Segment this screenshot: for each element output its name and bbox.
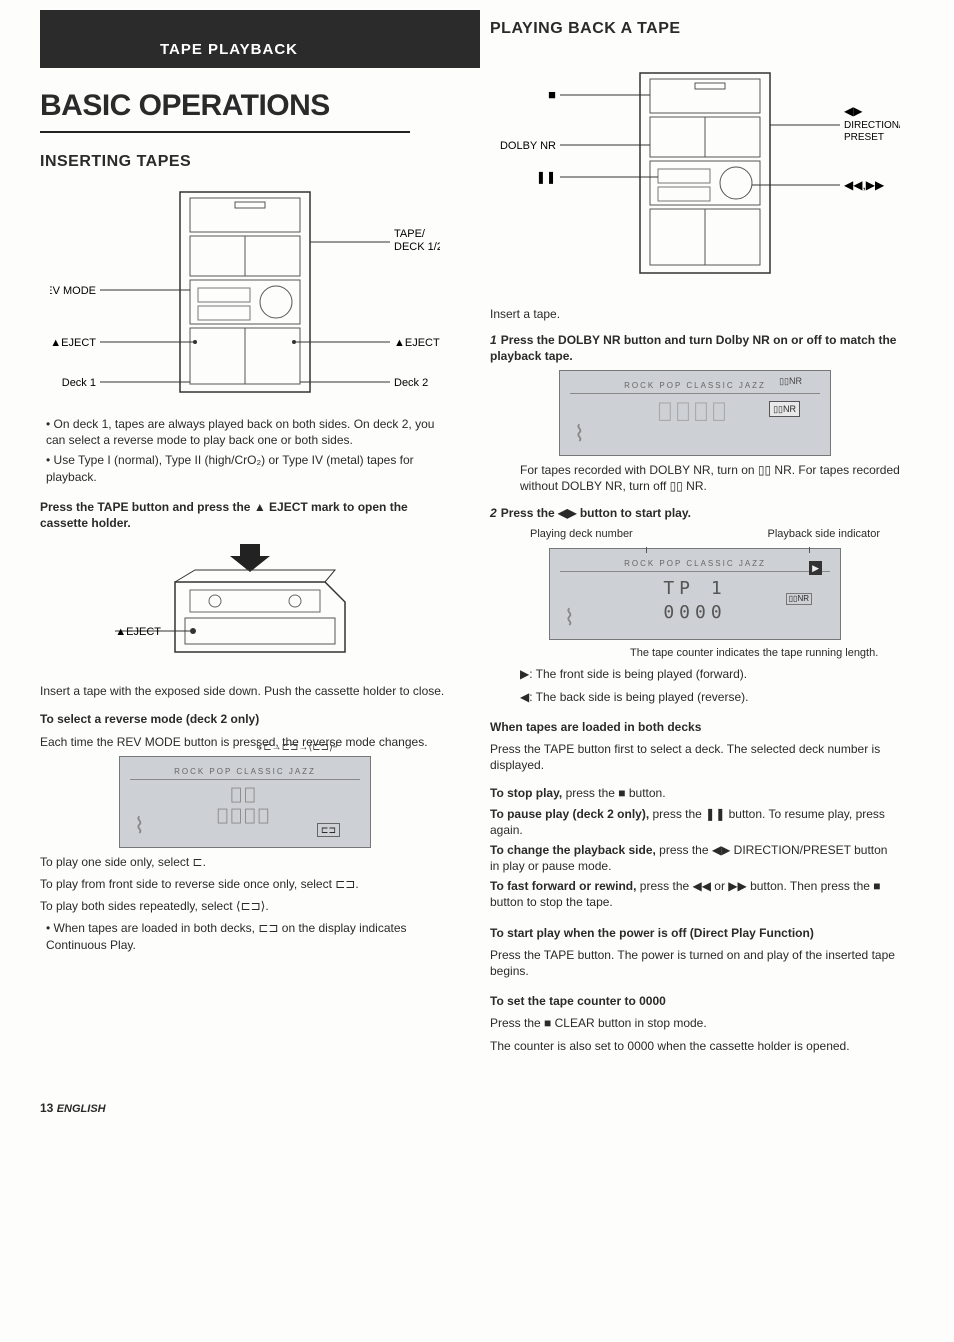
counter-reset-text2: The counter is also set to 0000 when the… — [490, 1038, 900, 1054]
play-option-2: To play from front side to reverse side … — [40, 876, 450, 892]
label-pause: ❚❚ — [536, 170, 556, 184]
direct-play-text: Press the TAPE button. The power is turn… — [490, 947, 900, 979]
stereo-diagram-right: ■ DOLBY NR ❚❚ ◀▶ DIRECTION/ PRESET ◀◀,▶▶ — [490, 60, 900, 300]
side-reverse: ◀: The back side is being played (revers… — [520, 689, 900, 705]
both-decks-heading: When tapes are loaded in both decks — [490, 719, 900, 735]
ff-instr: To fast forward or rewind, press the ◀◀ … — [490, 878, 900, 910]
stop-instr: To stop play, press the ■ button. — [490, 785, 900, 801]
side-forward: ▶: The front side is being played (forwa… — [520, 666, 900, 682]
counter-reset-text1: Press the ■ CLEAR button in stop mode. — [490, 1015, 900, 1031]
step-1: 1Press the DOLBY NR button and turn Dolb… — [490, 332, 900, 364]
label-direction-1: ◀▶ — [844, 104, 863, 118]
page-footer: 13 ENGLISH — [40, 1100, 106, 1117]
press-tape-instruction: Press the TAPE button and press the ▲ EJ… — [40, 499, 450, 531]
stereo-diagram-left: REV MODE ▲EJECT Deck 1 TAPE/ DECK 1/2 ▲E… — [40, 182, 450, 412]
direct-play-heading: To start play when the power is off (Dir… — [490, 925, 900, 941]
insert-tape-right: Insert a tape. — [490, 306, 900, 322]
continuous-play-note: • When tapes are loaded in both decks, ⊏… — [46, 920, 450, 952]
both-decks-text: Press the TAPE button first to select a … — [490, 741, 900, 773]
label-rev-mode: REV MODE — [50, 285, 96, 297]
bullet-1: • On deck 1, tapes are always played bac… — [46, 416, 450, 448]
play-option-3: To play both sides repeatedly, select ⟨⊏… — [40, 898, 450, 914]
label-stop: ■ — [548, 87, 556, 102]
page-title: BASIC OPERATIONS — [40, 86, 410, 133]
play-option-1: To play one side only, select ⊏. — [40, 854, 450, 870]
label-ffrw: ◀◀,▶▶ — [844, 178, 885, 192]
step-2: 2Press the ◀▶ button to start play. — [490, 505, 900, 521]
anno-side-indicator: Playback side indicator — [767, 527, 880, 542]
change-side-instr: To change the playback side, press the ◀… — [490, 842, 900, 874]
label-eject-left: ▲EJECT — [50, 337, 96, 349]
label-dolby: DOLBY NR — [500, 140, 556, 152]
section-banner: TAPE PLAYBACK — [40, 10, 480, 68]
label-direction-2: DIRECTION/ — [844, 120, 900, 131]
reverse-mode-display: ↳⊏→⊏⊐→⟨⊏⊐⟩┘ ROCK POP CLASSIC JAZZ ⎕⎕ ⎕⎕⎕… — [119, 756, 371, 848]
dolby-display: ▯▯NR ROCK POP CLASSIC JAZZ ⎕⎕⎕⎕ ▯▯NR ⌇ — [559, 370, 831, 456]
counter-reset-heading: To set the tape counter to 0000 — [490, 993, 900, 1009]
left-column: BASIC OPERATIONS INSERTING TAPES — [40, 74, 450, 1060]
right-column: PLAYING BACK A TAPE — [490, 74, 900, 1060]
bullet-2: • Use Type I (normal), Type II (high/CrO… — [46, 452, 450, 484]
pause-instr: To pause play (deck 2 only), press the ❚… — [490, 806, 900, 838]
label-deck2: Deck 2 — [394, 377, 428, 389]
label-direction-3: PRESET — [844, 132, 884, 143]
play-display: ROCK POP CLASSIC JAZZ TP 1 0000 ▶ ▯▯NR ⌇ — [549, 548, 841, 640]
label-tape-deck-2: DECK 1/2 — [394, 241, 440, 253]
insert-tape-text: Insert a tape with the exposed side down… — [40, 683, 450, 699]
anno-playing-deck: Playing deck number — [530, 527, 633, 542]
label-eject-right: ▲EJECT — [394, 337, 440, 349]
reverse-mode-text: Each time the REV MODE button is pressed… — [40, 734, 450, 750]
step1-note: For tapes recorded with DOLBY NR, turn o… — [520, 462, 900, 494]
label-tape-deck-1: TAPE/ — [394, 228, 426, 240]
label-eject-small: ▲EJECT — [115, 626, 161, 638]
inserting-tapes-heading: INSERTING TAPES — [40, 151, 450, 173]
reverse-mode-heading: To select a reverse mode (deck 2 only) — [40, 711, 450, 727]
manual-page: TAPE PLAYBACK BASIC OPERATIONS INSERTING… — [0, 0, 954, 1100]
counter-note: The tape counter indicates the tape runn… — [630, 646, 900, 661]
label-deck1: Deck 1 — [62, 377, 96, 389]
cassette-open-diagram: ▲EJECT — [40, 537, 450, 677]
playing-back-heading: PLAYING BACK A TAPE — [490, 18, 900, 40]
